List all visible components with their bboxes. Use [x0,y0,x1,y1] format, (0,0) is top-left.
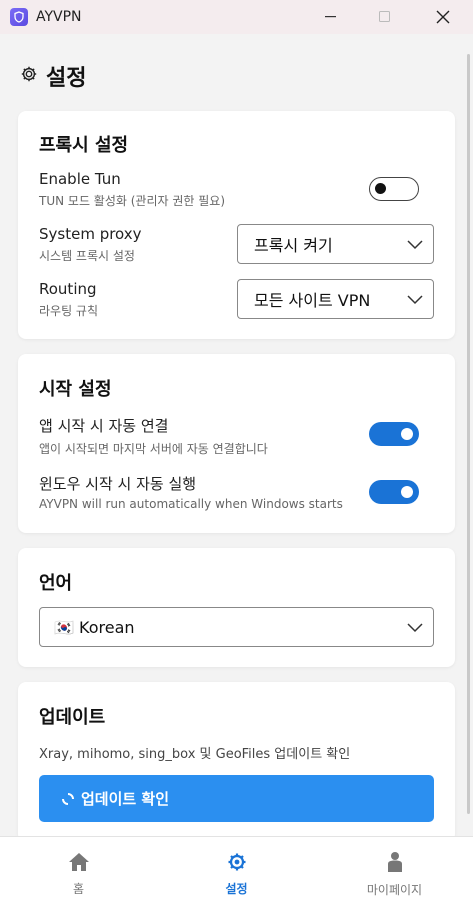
update-description: Xray, mihomo, sing_box 및 GeoFiles 업데이트 확… [39,747,351,762]
nav-home-label: 홈 [72,881,85,896]
startup-settings-heading: 시작 설정 [39,379,112,400]
close-button[interactable] [420,0,466,34]
language-select[interactable]: 🇰🇷 Korean [39,607,434,647]
system-proxy-value: 프록시 켜기 [254,236,333,255]
system-proxy-sub: 시스템 프록시 설정 [39,249,135,263]
page-title: 설정 [46,66,87,91]
person-icon [386,851,404,877]
enable-tun-toggle[interactable] [369,177,419,201]
chevron-down-icon [407,237,423,257]
gear-icon [227,852,247,876]
system-proxy-select[interactable]: 프록시 켜기 [237,224,434,264]
nav-settings-label: 설정 [225,881,248,896]
app-shield-icon [10,8,28,26]
nav-settings[interactable]: 설정 [158,837,315,910]
routing-sub: 라우팅 규칙 [39,304,99,318]
toggle-knob [401,428,413,440]
routing-select[interactable]: 모든 사이트 VPN [237,279,434,319]
language-heading: 언어 [39,573,73,594]
toggle-knob [401,486,413,498]
bottom-nav: 홈 설정 마이페이지 [0,836,473,910]
update-heading: 업데이트 [39,707,106,728]
title-bar: AYVPN [0,0,473,34]
language-card: 언어 🇰🇷 Korean [18,548,455,667]
check-update-button[interactable]: 업데이트 확인 [39,775,434,822]
proxy-settings-card: 프록시 설정 Enable Tun TUN 모드 활성화 (관리자 권한 필요)… [18,111,455,339]
maximize-button[interactable] [362,0,408,34]
scroll-thumb[interactable] [467,54,470,814]
routing-label: Routing [39,280,97,298]
startup-settings-card: 시작 설정 앱 시작 시 자동 연결 앱이 시작되면 마지막 서버에 자동 연결… [18,354,455,533]
check-update-label: 업데이트 확인 [81,790,170,808]
minimize-button[interactable] [308,0,354,34]
nav-mypage[interactable]: 마이페이지 [316,837,473,910]
auto-run-label: 윈도우 시작 시 자동 실행 [39,475,197,493]
chevron-down-icon [407,620,423,640]
routing-value: 모든 사이트 VPN [254,291,371,310]
system-proxy-label: System proxy [39,225,142,243]
auto-run-toggle[interactable] [369,480,419,504]
gear-icon [20,65,38,87]
auto-connect-toggle[interactable] [369,422,419,446]
auto-connect-sub: 앱이 시작되면 마지막 서버에 자동 연결합니다 [39,442,268,456]
enable-tun-label: Enable Tun [39,170,121,188]
window-title: AYVPN [36,9,82,25]
nav-home[interactable]: 홈 [0,837,157,910]
refresh-icon [61,791,75,807]
proxy-settings-heading: 프록시 설정 [39,135,129,156]
home-icon [68,852,90,876]
nav-mypage-label: 마이페이지 [366,882,423,897]
auto-run-sub: AYVPN will run automatically when Window… [39,497,343,511]
toggle-knob [375,183,386,194]
page-header: 설정 [20,60,86,92]
enable-tun-sub: TUN 모드 활성화 (관리자 권한 필요) [39,194,226,208]
scrollbar[interactable] [467,48,471,828]
update-card: 업데이트 Xray, mihomo, sing_box 및 GeoFiles 업… [18,682,455,842]
auto-connect-label: 앱 시작 시 자동 연결 [39,417,169,435]
chevron-down-icon [407,292,423,312]
language-value: 🇰🇷 Korean [54,617,135,637]
